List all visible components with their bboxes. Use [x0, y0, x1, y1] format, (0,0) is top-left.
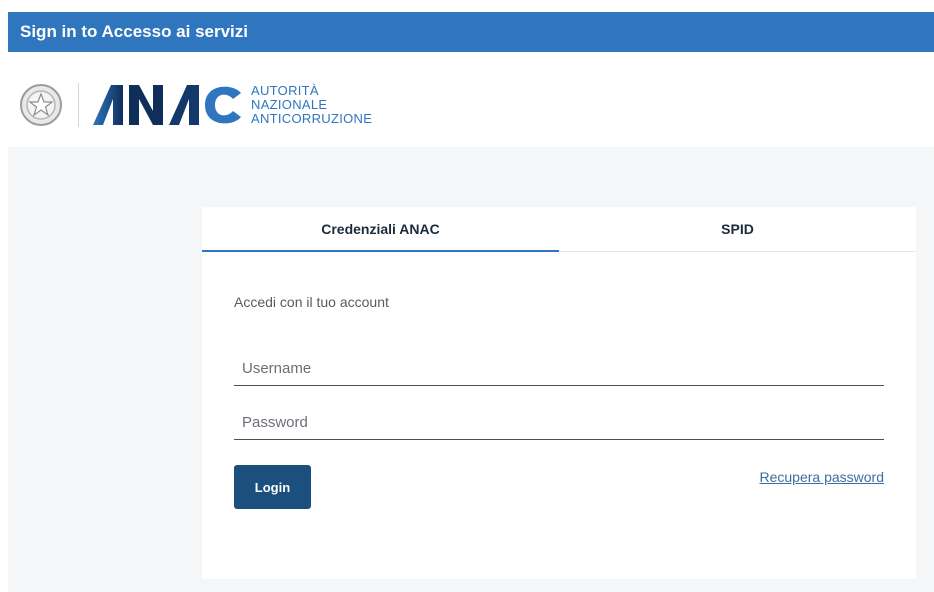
tab-label: Credenziali ANAC [321, 220, 440, 237]
password-input[interactable] [234, 406, 884, 440]
anac-logo [93, 85, 241, 125]
username-input[interactable] [234, 352, 884, 386]
login-tabs: Credenziali ANAC SPID [202, 207, 916, 252]
brand-name: AUTORITÀ NAZIONALE ANTICORRUZIONE [251, 84, 372, 126]
window-title-bar: Sign in to Accesso ai servizi [8, 12, 934, 52]
window-title: Sign in to Accesso ai servizi [20, 22, 249, 41]
brand-separator [78, 83, 79, 127]
brand-line-1: AUTORITÀ [251, 83, 319, 98]
tab-credenziali-anac[interactable]: Credenziali ANAC [202, 207, 559, 252]
login-button[interactable]: Login [234, 465, 311, 509]
login-card: Credenziali ANAC SPID Accedi con il tuo … [202, 207, 916, 579]
brand-line-2: NAZIONALE [251, 97, 328, 112]
italian-republic-emblem-icon [20, 84, 62, 126]
tab-spid[interactable]: SPID [559, 207, 916, 251]
brand-line-3: ANTICORRUZIONE [251, 111, 373, 126]
recover-password-link[interactable]: Recupera password [759, 469, 884, 485]
tab-label: SPID [721, 221, 754, 237]
login-subtitle: Accedi con il tuo account [234, 294, 389, 310]
brand-header: AUTORITÀ NAZIONALE ANTICORRUZIONE [8, 70, 508, 140]
